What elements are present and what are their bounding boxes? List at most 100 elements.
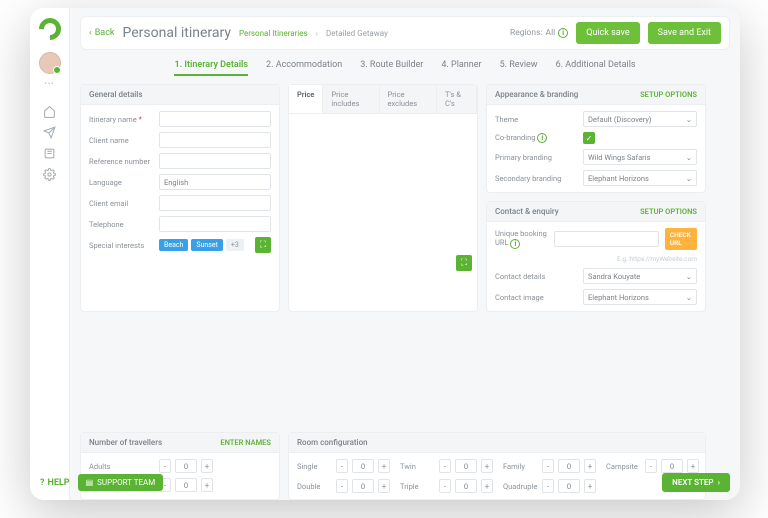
co-branding-checkbox[interactable]: ✓ bbox=[583, 132, 595, 144]
contact-card: Contact & enquiry SETUP OPTIONS Unique bo… bbox=[486, 201, 706, 312]
chip-beach[interactable]: Beach bbox=[159, 239, 188, 251]
price-card: Price Price includes Price excludes T's … bbox=[288, 84, 478, 312]
contact-title: Contact & enquiry bbox=[495, 207, 559, 216]
appearance-card: Appearance & brandingSETUP OPTIONS Theme… bbox=[486, 84, 706, 193]
plus-button[interactable]: + bbox=[378, 459, 390, 473]
room-stepper[interactable]: -0+ bbox=[645, 459, 699, 473]
telephone-label: Telephone bbox=[89, 220, 153, 229]
send-icon[interactable] bbox=[42, 125, 57, 140]
chip-more[interactable]: +3 bbox=[226, 239, 244, 251]
room-item: Twin -0+ bbox=[400, 459, 493, 473]
check-url-button[interactable]: CHECK URL bbox=[665, 228, 697, 250]
breadcrumb-2: Detailed Getaway bbox=[326, 29, 388, 38]
setup-options-link[interactable]: SETUP OPTIONS bbox=[640, 207, 697, 216]
ptab-excludes[interactable]: Price excludes bbox=[380, 85, 437, 113]
language-input[interactable] bbox=[159, 174, 271, 190]
room-item: Family -0+ bbox=[503, 459, 596, 473]
back-label: Back bbox=[95, 28, 115, 38]
booking-url-label: Unique booking URL i bbox=[495, 229, 548, 248]
ptab-price[interactable]: Price bbox=[289, 85, 323, 113]
tab-planner[interactable]: 4. Planner bbox=[441, 60, 481, 76]
library-icon[interactable] bbox=[42, 146, 57, 161]
reference-label: Reference number bbox=[89, 157, 153, 166]
language-label: Language bbox=[89, 178, 153, 187]
price-body[interactable]: ⛶ bbox=[289, 114, 477, 276]
travellers-title: Number of travellers bbox=[89, 438, 162, 447]
contact-details-label: Contact details bbox=[495, 272, 577, 281]
tab-accommodation[interactable]: 2. Accommodation bbox=[266, 60, 342, 76]
client-email-input[interactable] bbox=[159, 195, 271, 211]
breadcrumb-1[interactable]: Personal Itineraries bbox=[239, 29, 308, 38]
ptab-terms[interactable]: T's & C's bbox=[437, 85, 477, 113]
booking-url-input[interactable] bbox=[554, 231, 659, 247]
setup-options-link[interactable]: SETUP OPTIONS bbox=[640, 90, 697, 99]
room-label: Twin bbox=[400, 462, 434, 471]
adults-stepper[interactable]: -0+ bbox=[159, 459, 213, 473]
minus-button[interactable]: - bbox=[336, 459, 348, 473]
general-details-title: General details bbox=[89, 90, 142, 99]
breadcrumb-sep: › bbox=[316, 29, 318, 38]
info-icon: i bbox=[558, 28, 568, 38]
special-interests-chips[interactable]: Beach Sunset +3 bbox=[159, 239, 249, 251]
support-team-button[interactable]: ▤SUPPORT TEAM bbox=[78, 474, 164, 491]
left-rail: ••• bbox=[30, 8, 70, 500]
chip-sunset[interactable]: Sunset bbox=[191, 239, 223, 251]
plus-button[interactable]: + bbox=[687, 459, 699, 473]
special-interests-label: Special interests bbox=[89, 241, 153, 250]
theme-select[interactable]: Default (Discovery)⌄ bbox=[583, 111, 697, 127]
room-label: Family bbox=[503, 462, 537, 471]
general-details-card: General details Itinerary name Client na… bbox=[80, 84, 280, 312]
booking-url-hint: E.g. https://myWebsite.com bbox=[495, 255, 697, 263]
expand-icon[interactable]: ⛶ bbox=[255, 237, 271, 253]
primary-branding-label: Primary branding bbox=[495, 153, 577, 162]
contact-image-select[interactable]: Elephant Horizons⌄ bbox=[583, 289, 697, 305]
tab-review[interactable]: 5. Review bbox=[500, 60, 538, 76]
top-bar: ‹ Back Personal itinerary Personal Itine… bbox=[80, 16, 730, 50]
telephone-input[interactable] bbox=[159, 216, 271, 232]
appearance-title: Appearance & branding bbox=[495, 90, 578, 99]
settings-icon[interactable] bbox=[42, 167, 57, 182]
minus-button[interactable]: - bbox=[159, 459, 171, 473]
secondary-branding-select[interactable]: Elephant Horizons⌄ bbox=[583, 170, 697, 186]
room-item: Single -0+ bbox=[297, 459, 390, 473]
primary-branding-select[interactable]: Wild Wings Safaris⌄ bbox=[583, 149, 697, 165]
expand-icon[interactable]: ⛶ bbox=[456, 255, 472, 271]
minus-button[interactable]: - bbox=[645, 459, 657, 473]
room-stepper[interactable]: -0+ bbox=[336, 459, 390, 473]
chevron-right-icon: › bbox=[718, 478, 720, 487]
contact-image-label: Contact image bbox=[495, 293, 577, 302]
app-logo bbox=[34, 13, 65, 44]
tab-itinerary-details[interactable]: 1. Itinerary Details bbox=[174, 60, 248, 76]
room-label: Single bbox=[297, 462, 331, 471]
minus-button[interactable]: - bbox=[439, 459, 451, 473]
tab-additional-details[interactable]: 6. Additional Details bbox=[556, 60, 636, 76]
user-avatar[interactable] bbox=[39, 52, 61, 74]
save-exit-button[interactable]: Save and Exit bbox=[648, 22, 721, 44]
chevron-left-icon: ‹ bbox=[89, 28, 92, 38]
more-icon: ••• bbox=[44, 80, 54, 88]
rooms-title: Room configuration bbox=[297, 438, 368, 447]
back-link[interactable]: ‹ Back bbox=[89, 28, 114, 38]
adults-label: Adults bbox=[89, 462, 153, 471]
chevron-down-icon: ⌄ bbox=[686, 115, 692, 124]
help-icon: ? bbox=[40, 478, 44, 488]
itinerary-name-input[interactable] bbox=[159, 111, 271, 127]
plus-button[interactable]: + bbox=[481, 459, 493, 473]
ptab-includes[interactable]: Price includes bbox=[323, 85, 379, 113]
regions-filter[interactable]: Regions: All i bbox=[510, 28, 568, 38]
next-step-button[interactable]: NEXT STEP› bbox=[662, 473, 730, 492]
room-stepper[interactable]: -0+ bbox=[542, 459, 596, 473]
contact-details-select[interactable]: Sandra Kouyate⌄ bbox=[583, 268, 697, 284]
room-stepper[interactable]: -0+ bbox=[439, 459, 493, 473]
quick-save-button[interactable]: Quick save bbox=[576, 22, 639, 44]
tab-route-builder[interactable]: 3. Route Builder bbox=[360, 60, 423, 76]
help-link[interactable]: ?HELP bbox=[40, 478, 70, 488]
minus-button[interactable]: - bbox=[542, 459, 554, 473]
room-item: Campsite-0+ bbox=[606, 459, 699, 473]
plus-button[interactable]: + bbox=[584, 459, 596, 473]
home-icon[interactable] bbox=[42, 104, 57, 119]
client-name-input[interactable] bbox=[159, 132, 271, 148]
plus-button[interactable]: + bbox=[201, 459, 213, 473]
enter-names-link[interactable]: ENTER NAMES bbox=[220, 438, 271, 447]
reference-input[interactable] bbox=[159, 153, 271, 169]
